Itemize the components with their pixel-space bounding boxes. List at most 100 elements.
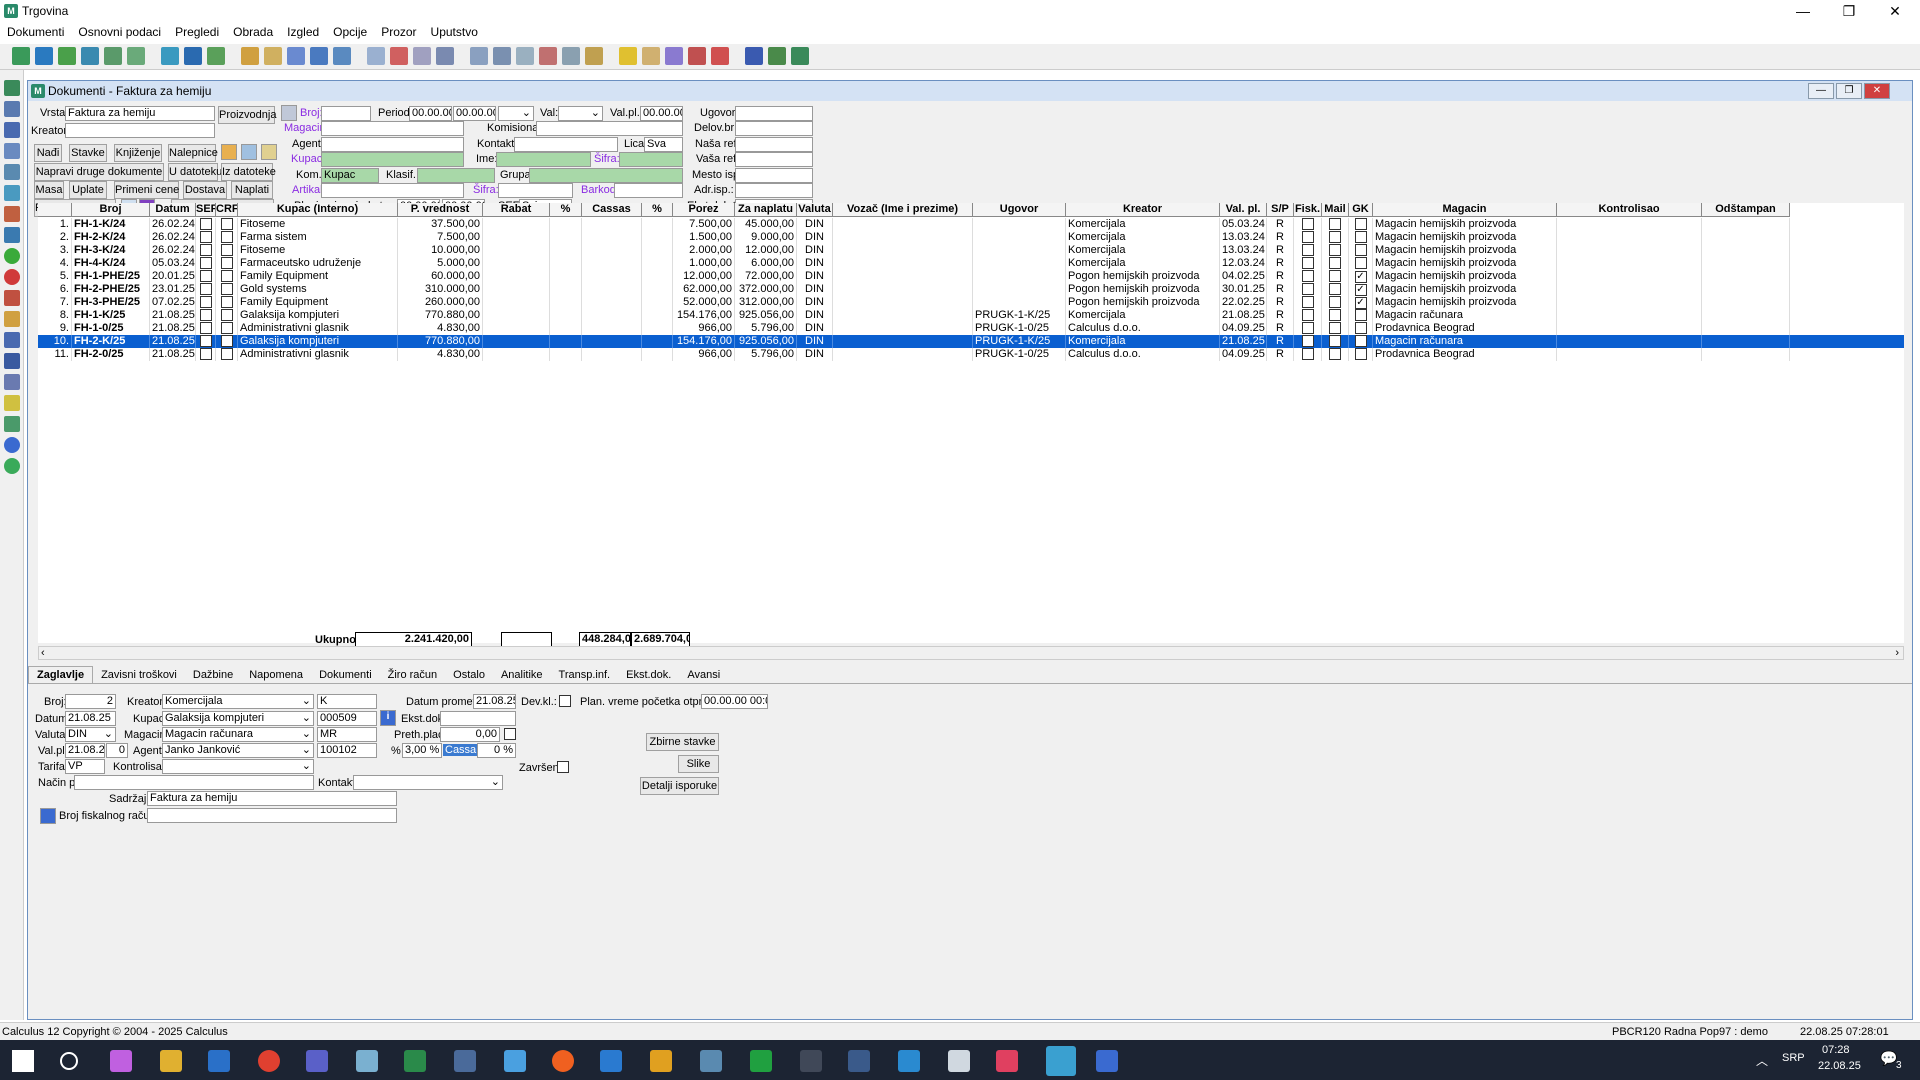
- app-icon[interactable]: [700, 1050, 722, 1072]
- info-icon[interactable]: i: [380, 710, 396, 726]
- table-row[interactable]: 7. FH-3-PHE/25 07.02.25 Family Equipment 260…: [38, 296, 1904, 309]
- teams-icon[interactable]: [306, 1050, 328, 1072]
- kontrolisao-field[interactable]: ⌄: [162, 759, 314, 774]
- tray-language[interactable]: SRP: [1782, 1052, 1805, 1064]
- find-next-icon[interactable]: [4, 353, 20, 369]
- tab-dokumenti[interactable]: Dokumenti: [311, 667, 380, 683]
- cell-gk[interactable]: ✓: [1349, 296, 1373, 309]
- detail-kreator-code[interactable]: K: [317, 694, 377, 709]
- adrisp-field[interactable]: [735, 183, 813, 198]
- magacin-field[interactable]: [321, 121, 464, 136]
- cell-fisk[interactable]: [1294, 348, 1322, 361]
- cell-mail[interactable]: [1322, 270, 1349, 283]
- pencil-icon[interactable]: [287, 47, 305, 65]
- cell-gk-checkbox[interactable]: [1354, 348, 1367, 360]
- recycle-icon[interactable]: [161, 47, 179, 65]
- sort-icon[interactable]: [4, 374, 20, 390]
- zavrsen-checkbox[interactable]: [557, 761, 569, 773]
- cell-fisk-checkbox[interactable]: [1301, 322, 1314, 334]
- cell-gk[interactable]: [1349, 244, 1373, 257]
- cell-mail[interactable]: [1322, 218, 1349, 231]
- grid-header-valuta[interactable]: Valuta: [797, 203, 833, 217]
- cell-crf[interactable]: [216, 283, 238, 296]
- sifra2-field[interactable]: [498, 183, 573, 198]
- cell-sef[interactable]: [196, 322, 216, 335]
- cell-sef-checkbox[interactable]: [199, 257, 212, 269]
- cell-mail[interactable]: [1322, 244, 1349, 257]
- box-icon[interactable]: [4, 206, 20, 222]
- grid-header-crf[interactable]: CRF: [216, 203, 238, 217]
- menu-pregledi[interactable]: Pregledi: [168, 22, 226, 42]
- cell-crf-checkbox[interactable]: [220, 309, 233, 321]
- postman-icon[interactable]: [552, 1050, 574, 1072]
- grid-header-vozac[interactable]: Vozač (Ime i prezime): [833, 203, 973, 217]
- cell-fisk-checkbox[interactable]: [1301, 244, 1314, 256]
- globe-icon[interactable]: [35, 47, 53, 65]
- detail-ekstdok-field[interactable]: [440, 711, 516, 726]
- block-icon[interactable]: [390, 47, 408, 65]
- period-from-field[interactable]: 00.00.00: [409, 106, 452, 121]
- cell-sef-checkbox[interactable]: [199, 296, 212, 308]
- cell-gk-checkbox[interactable]: [1354, 322, 1367, 334]
- tab-napomena[interactable]: Napomena: [241, 667, 311, 683]
- cell-fisk-checkbox[interactable]: [1301, 283, 1314, 295]
- excel-icon[interactable]: [404, 1050, 426, 1072]
- search-broj-icon[interactable]: [281, 105, 297, 121]
- cell-gk-checkbox[interactable]: [1354, 335, 1367, 347]
- grid-header-odstampan[interactable]: Odštampan: [1702, 203, 1790, 217]
- cell-crf-checkbox[interactable]: [220, 348, 233, 360]
- sync-icon[interactable]: [127, 47, 145, 65]
- settings-app-icon[interactable]: [800, 1050, 822, 1072]
- documents-grid[interactable]: Broj Datum SEF CRF Kupac (Interno) P. vrednos…: [38, 203, 1904, 643]
- filter-icon[interactable]: [4, 395, 20, 411]
- detail-kreator-field[interactable]: Komercijala ⌄: [162, 694, 314, 709]
- cell-sef[interactable]: [196, 270, 216, 283]
- tab-avansi[interactable]: Avansi: [679, 667, 728, 683]
- grid-header-datum[interactable]: Datum: [150, 203, 196, 217]
- detail-valpl-days[interactable]: 0: [106, 743, 128, 758]
- cell-sef-checkbox[interactable]: [199, 270, 212, 282]
- cell-gk[interactable]: [1349, 309, 1373, 322]
- fiscal-icon[interactable]: [40, 808, 56, 824]
- cell-mail[interactable]: [1322, 283, 1349, 296]
- cell-sef[interactable]: [196, 244, 216, 257]
- people-icon[interactable]: [4, 164, 20, 180]
- tag-icon[interactable]: [642, 47, 660, 65]
- table-row[interactable]: 5. FH-1-PHE/25 20.01.25 Family Equipment 60.…: [38, 270, 1904, 283]
- sadrzaj-field[interactable]: Faktura za hemiju: [147, 791, 397, 806]
- zbirne-stavke-button[interactable]: Zbirne stavke: [646, 733, 719, 751]
- chart-icon[interactable]: [562, 47, 580, 65]
- report-icon[interactable]: [333, 47, 351, 65]
- scroll-right-icon[interactable]: ›: [1895, 647, 1899, 659]
- cell-crf-checkbox[interactable]: [220, 257, 233, 269]
- maximize-icon[interactable]: ❐: [1826, 0, 1872, 22]
- info-icon[interactable]: [4, 437, 20, 453]
- detail-magacin-code[interactable]: MR: [317, 727, 377, 742]
- table-row[interactable]: 10. FH-2-K/25 21.08.25 Galaksija kompjuteri…: [38, 335, 1904, 348]
- tab-dazbine[interactable]: Dažbine: [185, 667, 241, 683]
- cell-mail-checkbox[interactable]: [1329, 322, 1341, 334]
- cell-fisk-checkbox[interactable]: [1301, 231, 1314, 243]
- grid-header-fisk[interactable]: Fisk.: [1294, 203, 1322, 217]
- cell-sef-checkbox[interactable]: [199, 322, 212, 334]
- table-icon[interactable]: [436, 47, 454, 65]
- cell-gk-checkbox[interactable]: [1354, 257, 1367, 269]
- cell-sef-checkbox[interactable]: [199, 218, 212, 230]
- broj-filter-field[interactable]: [321, 106, 371, 121]
- cell-crf-checkbox[interactable]: [220, 283, 233, 295]
- cell-crf-checkbox[interactable]: [220, 335, 233, 347]
- tab-ekst-dok[interactable]: Ekst.dok.: [618, 667, 679, 683]
- vasaref-field[interactable]: [735, 152, 813, 167]
- nacinpl-field[interactable]: [74, 775, 314, 790]
- kreator-field[interactable]: [65, 123, 215, 138]
- cell-sef[interactable]: [196, 335, 216, 348]
- barkod-field[interactable]: [614, 183, 683, 198]
- kupac-field[interactable]: [321, 152, 464, 167]
- tab-analitike[interactable]: Analitike: [493, 667, 551, 683]
- grid-header-broj[interactable]: Broj: [72, 203, 150, 217]
- proizvodnja-button[interactable]: Proizvodnja: [218, 106, 276, 124]
- monitor-icon[interactable]: [948, 1050, 970, 1072]
- lock-user-icon[interactable]: [221, 144, 237, 160]
- cell-fisk[interactable]: [1294, 270, 1322, 283]
- new-doc-icon[interactable]: [12, 47, 30, 65]
